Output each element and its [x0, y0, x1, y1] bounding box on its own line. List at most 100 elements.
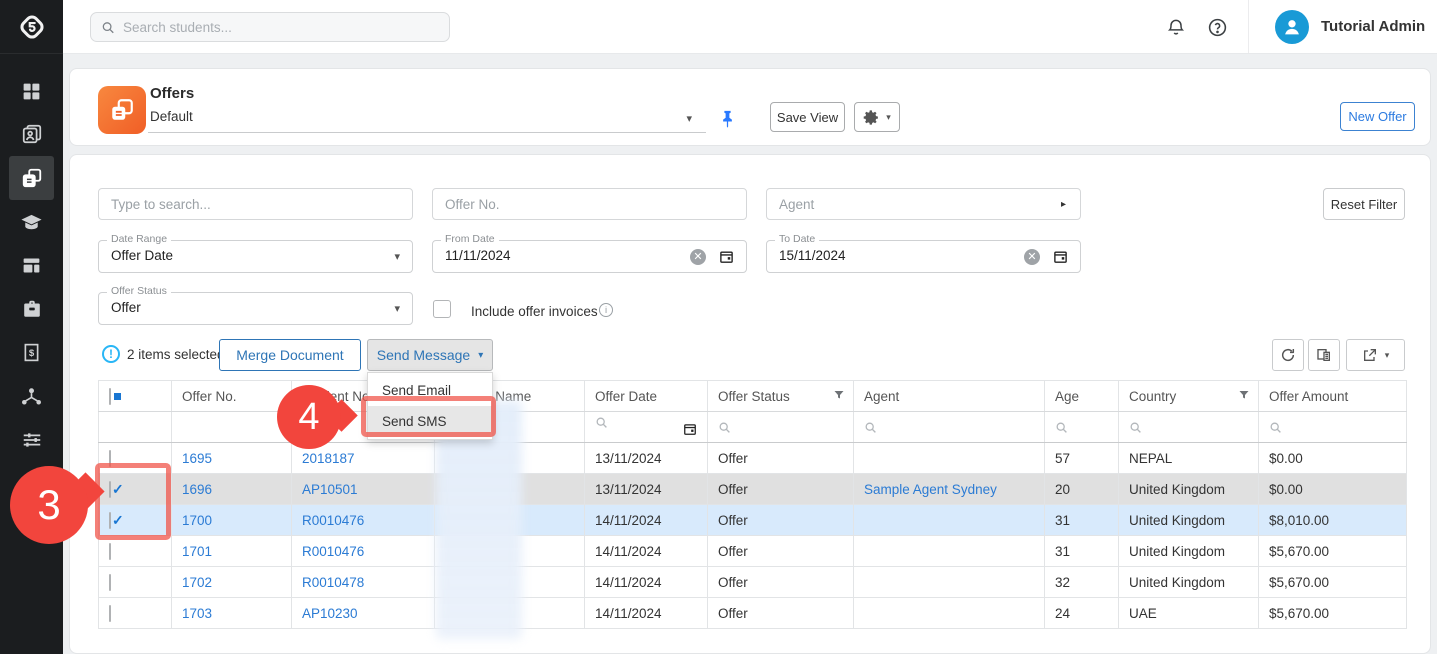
- to-date-field[interactable]: To Date 15/11/2024 ✕: [766, 240, 1081, 273]
- cell-offer-date: 14/11/2024: [585, 567, 708, 598]
- table-row[interactable]: 1700 R0010476 14/11/2024 Offer 31 United…: [99, 505, 1407, 536]
- offer-no-filter-field[interactable]: [432, 188, 747, 220]
- calendar-icon[interactable]: [683, 422, 697, 439]
- student-no-link[interactable]: R0010476: [302, 513, 364, 528]
- offer-no-filter-input[interactable]: [445, 197, 734, 212]
- user-avatar[interactable]: [1275, 10, 1309, 44]
- row-checkbox-cell[interactable]: [99, 598, 172, 629]
- offers-grid-card: Agent ▸ Reset Filter Date Range Offer Da…: [69, 154, 1431, 654]
- student-no-link[interactable]: AP10501: [302, 482, 358, 497]
- graduation-cap-icon: [20, 211, 43, 234]
- col-offer-date[interactable]: Offer Date: [585, 381, 708, 412]
- sidebar-item-students[interactable]: [0, 112, 63, 156]
- view-selector[interactable]: Default ▾: [148, 107, 706, 133]
- offer-no-link[interactable]: 1696: [182, 482, 212, 497]
- cell-agent: [854, 536, 1045, 567]
- include-offer-invoices-checkbox[interactable]: [433, 300, 451, 318]
- user-name[interactable]: Tutorial Admin: [1321, 0, 1425, 54]
- offer-no-link[interactable]: 1700: [182, 513, 212, 528]
- student-no-link[interactable]: 2018187: [302, 451, 355, 466]
- help-button[interactable]: [1204, 14, 1230, 40]
- table-row[interactable]: 1702 R0010478 14/11/2024 Offer 32 United…: [99, 567, 1407, 598]
- sidebar-item-dashboard[interactable]: [0, 69, 63, 113]
- agent-filter-field[interactable]: Agent ▸: [766, 188, 1081, 220]
- clear-icon[interactable]: ✕: [690, 249, 706, 265]
- svg-text:$: $: [29, 348, 35, 359]
- from-date-field[interactable]: From Date 11/11/2024 ✕: [432, 240, 747, 273]
- cell-offer-date: 14/11/2024: [585, 536, 708, 567]
- student-no-link[interactable]: R0010476: [302, 544, 364, 559]
- row-checkbox[interactable]: [109, 543, 111, 560]
- cell-age: 31: [1045, 536, 1119, 567]
- date-range-select[interactable]: Date Range Offer Date ▾: [98, 240, 413, 273]
- row-checkbox-cell[interactable]: [99, 536, 172, 567]
- save-view-button[interactable]: Save View: [770, 102, 845, 132]
- offer-no-link[interactable]: 1695: [182, 451, 212, 466]
- grid-search-field[interactable]: [98, 188, 413, 220]
- from-date-value: 11/11/2024: [445, 248, 511, 263]
- sidebar-item-offers[interactable]: [0, 156, 63, 200]
- row-checkbox[interactable]: [109, 605, 111, 622]
- reset-filter-button[interactable]: Reset Filter: [1323, 188, 1405, 220]
- app-logo-icon[interactable]: [0, 0, 63, 54]
- row-checkbox[interactable]: [109, 574, 111, 591]
- cell-age: 32: [1045, 567, 1119, 598]
- column-chooser-button[interactable]: [1308, 339, 1340, 371]
- col-country[interactable]: Country: [1119, 381, 1259, 412]
- table-row[interactable]: 1703 AP10230 14/11/2024 Offer 24 UAE $5,…: [99, 598, 1407, 629]
- offer-no-link[interactable]: 1702: [182, 575, 212, 590]
- col-offer-status[interactable]: Offer Status: [708, 381, 854, 412]
- filter-cell-country[interactable]: [1119, 412, 1259, 443]
- col-offer-no[interactable]: Offer No.: [172, 381, 292, 412]
- sidebar-item-agents[interactable]: [0, 374, 63, 418]
- grid-search-input[interactable]: [111, 197, 400, 212]
- row-checkbox-cell[interactable]: [99, 567, 172, 598]
- agent-link[interactable]: Sample Agent Sydney: [864, 482, 997, 497]
- offer-status-select[interactable]: Offer Status Offer ▾: [98, 292, 413, 325]
- filter-cell-agent[interactable]: [854, 412, 1045, 443]
- sidebar-item-jobs[interactable]: [0, 287, 63, 331]
- search-icon: [101, 20, 115, 35]
- filter-cell-offer-amount[interactable]: [1259, 412, 1407, 443]
- sidebar-item-settings[interactable]: [0, 418, 63, 462]
- filter-cell-offer-no[interactable]: [172, 412, 292, 443]
- student-no-link[interactable]: R0010478: [302, 575, 364, 590]
- sidebar-item-courses[interactable]: [0, 200, 63, 244]
- table-row[interactable]: 1701 R0010476 14/11/2024 Offer 31 United…: [99, 536, 1407, 567]
- page-header-card: Offers Default ▾ Save View ▾ New Offer: [69, 68, 1431, 146]
- filter-funnel-icon[interactable]: [1238, 389, 1250, 404]
- sidebar-item-invoices[interactable]: $: [0, 330, 63, 374]
- filter-cell-offer-date[interactable]: [585, 412, 708, 443]
- student-no-link[interactable]: AP10230: [302, 606, 358, 621]
- offer-no-link[interactable]: 1703: [182, 606, 212, 621]
- sidebar-item-classes[interactable]: [0, 243, 63, 287]
- global-search[interactable]: [90, 12, 450, 42]
- view-settings-button[interactable]: ▾: [854, 102, 900, 132]
- filter-funnel-icon[interactable]: [833, 389, 845, 404]
- notifications-button[interactable]: [1163, 14, 1189, 40]
- filter-cell-age[interactable]: [1045, 412, 1119, 443]
- cell-country: United Kingdom: [1119, 536, 1259, 567]
- table-row[interactable]: 1696 AP10501 13/11/2024 Offer Sample Age…: [99, 474, 1407, 505]
- search-students-input[interactable]: [123, 20, 439, 35]
- col-offer-amount[interactable]: Offer Amount: [1259, 381, 1407, 412]
- offer-no-link[interactable]: 1701: [182, 544, 212, 559]
- new-offer-button[interactable]: New Offer: [1340, 102, 1415, 131]
- calendar-icon[interactable]: [1053, 249, 1068, 269]
- table-row[interactable]: 1695 2018187 13/11/2024 Offer 57 NEPAL $…: [99, 443, 1407, 474]
- offer-status-value: Offer: [111, 300, 141, 315]
- send-message-button[interactable]: Send Message ▾: [367, 339, 493, 371]
- col-age[interactable]: Age: [1045, 381, 1119, 412]
- refresh-button[interactable]: [1272, 339, 1304, 371]
- cell-offer-no: 1695: [172, 443, 292, 474]
- export-button[interactable]: ▾: [1346, 339, 1405, 371]
- calendar-icon[interactable]: [719, 249, 734, 269]
- select-all-cell[interactable]: [99, 381, 172, 412]
- filter-cell-offer-status[interactable]: [708, 412, 854, 443]
- annotation-step-number: 4: [277, 385, 341, 449]
- pin-view-button[interactable]: [715, 105, 739, 133]
- select-all-checkbox[interactable]: [109, 388, 111, 405]
- clear-icon[interactable]: ✕: [1024, 249, 1040, 265]
- col-agent[interactable]: Agent: [854, 381, 1045, 412]
- merge-document-button[interactable]: Merge Document: [219, 339, 361, 371]
